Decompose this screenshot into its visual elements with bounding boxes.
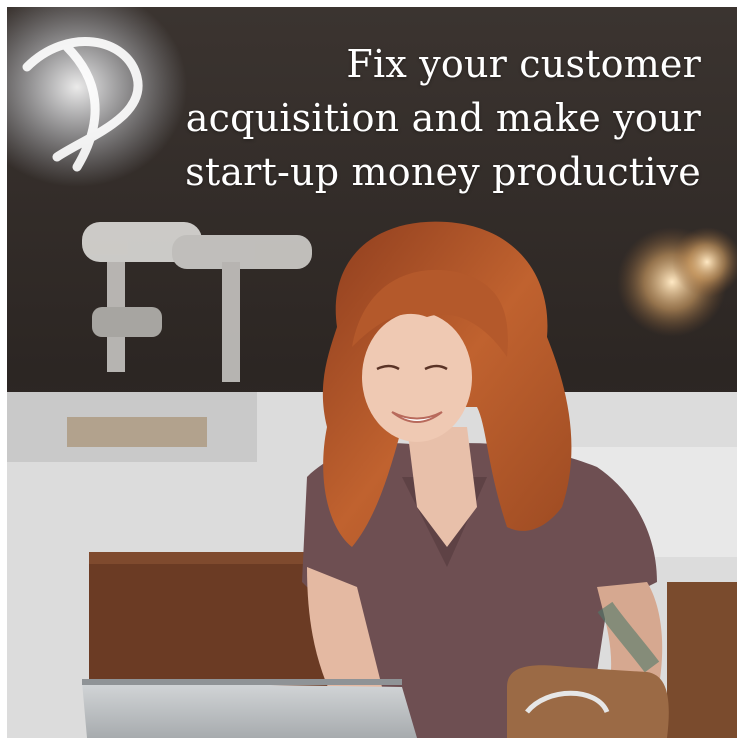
- headline-line-1: Fix your customer: [346, 42, 701, 86]
- headline-line-3: start-up money productive: [185, 150, 701, 194]
- menu-board: [67, 417, 207, 447]
- headline-line-2: acquisition and make your: [185, 96, 701, 140]
- hero-image-frame: Fix your customer acquisition and make y…: [7, 7, 737, 738]
- laptop: [82, 682, 417, 738]
- chair-right: [667, 582, 737, 738]
- headline: Fix your customer acquisition and make y…: [101, 37, 701, 199]
- handbag: [507, 665, 669, 738]
